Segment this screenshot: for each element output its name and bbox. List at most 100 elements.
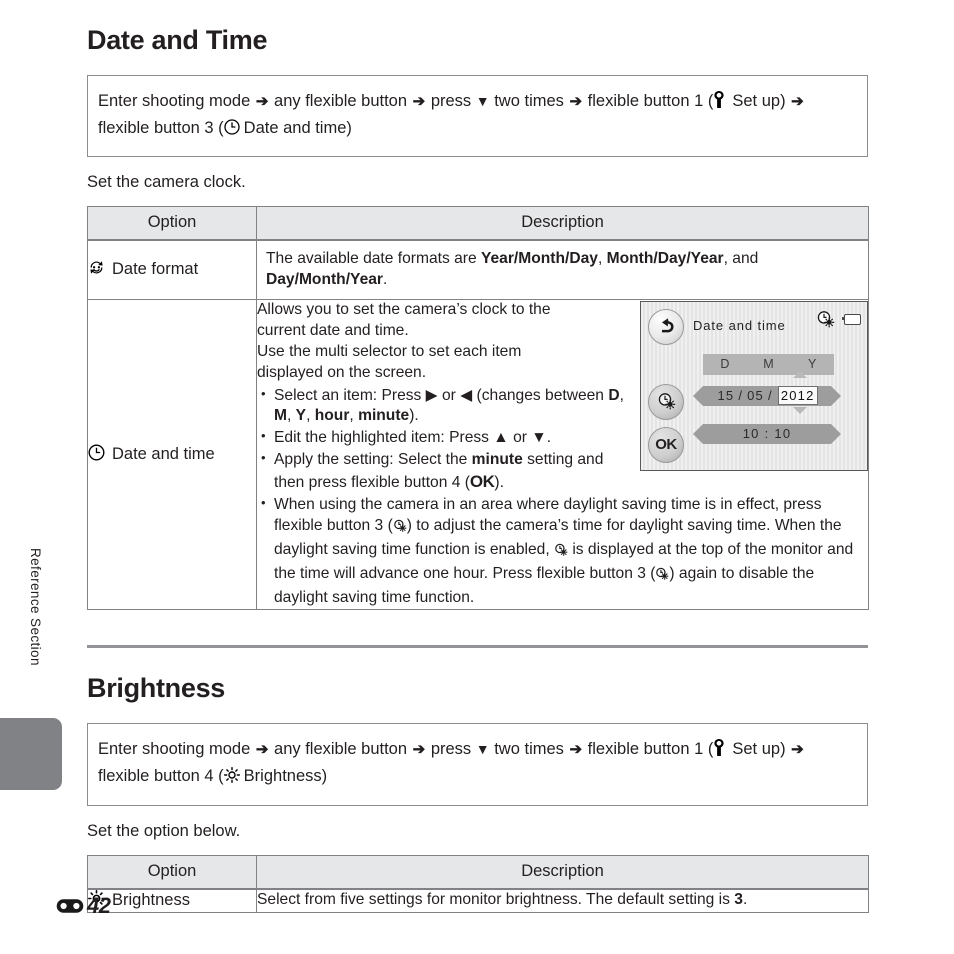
increment-arrow[interactable] [793, 370, 807, 378]
path-step-4: flexible button 1 [587, 740, 704, 759]
list-item: Apply the setting: Select the minute set… [261, 449, 868, 494]
bullet2-text-a: Edit the highlighted item: Press [274, 429, 494, 447]
token-minute: minute [358, 407, 410, 425]
clock-icon [224, 118, 240, 143]
column-header-option: Option [87, 206, 257, 242]
option-label-brightness: Brightness [112, 890, 190, 909]
path-arrow-icon: ➔ [569, 741, 583, 759]
bullet1-text-c: (changes between [472, 386, 609, 404]
description-cell-brightness: Select from five settings for monitor br… [256, 888, 869, 913]
down-triangle-icon: ▼ [531, 429, 547, 447]
navigation-path-brightness: Enter shooting mode ➔ any flexible butto… [87, 723, 868, 806]
description-cell-date-and-time: Date and time D M Y OK 15 / 05 / 2012 10… [256, 298, 869, 611]
path-step-3: press [430, 740, 472, 759]
date-column-headers: D M Y [703, 353, 834, 375]
options-table-date-and-time: Option Description Date format The avail… [87, 206, 869, 611]
path-step-3: press [430, 92, 472, 110]
reference-section-symbol-icon [56, 899, 84, 913]
table-header-row: Option Description [87, 854, 869, 890]
path-step-6: flexible button 4 ( [98, 767, 224, 786]
left-triangle-icon: ◀ [460, 386, 473, 404]
path-arrow-icon: ➔ [255, 741, 269, 759]
desc-text-a: The available date formats are [266, 250, 481, 268]
token-y: Y [295, 407, 307, 425]
back-arrow-icon [662, 318, 674, 333]
up-triangle-icon: ▲ [493, 429, 509, 447]
list-item: Select an item: Press ▶ or ◀ (changes be… [261, 385, 868, 428]
path-step-2: any flexible button [274, 92, 408, 110]
column-m: M [763, 357, 774, 372]
clock-icon [88, 444, 105, 466]
option-cell-date-and-time: Date and time [87, 298, 257, 611]
list-item: Edit the highlighted item: Press ▲ or ▼. [261, 427, 868, 449]
path-arrow-icon: ➔ [791, 741, 804, 759]
desc-text-end: . [742, 891, 748, 909]
option-cell-brightness: Brightness [87, 888, 257, 913]
path-step-7: Date and time) [243, 119, 352, 138]
column-d: D [720, 357, 730, 372]
daylight-saving-icon [817, 311, 835, 328]
back-button[interactable] [648, 308, 684, 345]
path-arrow-icon: ➔ [791, 93, 804, 110]
bullet1-text-end: ). [409, 407, 419, 425]
brightness-icon [223, 766, 240, 791]
column-header-description: Description [256, 854, 869, 890]
daylight-saving-icon [393, 519, 407, 540]
bullet2-text-end: . [546, 429, 552, 447]
page-title-brightness: Brightness [87, 673, 226, 704]
path-step-3b: two times [494, 740, 564, 759]
path-arrow-icon: ➔ [412, 741, 426, 759]
bullet3-text-a: Apply the setting: Select the [274, 451, 472, 469]
options-table-brightness: Option Description Brightness Select fro… [87, 854, 869, 913]
path-step-3b: two times [494, 92, 564, 110]
camera-status-icons [816, 310, 861, 329]
page-content: Date and Time Enter shooting mode ➔ any … [87, 0, 869, 913]
desc-text-a: Select from five settings for monitor br… [257, 891, 735, 909]
description-cell-date-format: The available date formats are Year/Mont… [256, 239, 869, 300]
side-rail: Reference Section [0, 0, 80, 954]
option-label-date-format: Date format [112, 260, 199, 279]
bullet3-text-end: ). [494, 474, 504, 492]
token-m: M [274, 407, 287, 425]
desc-sep-2: , and [723, 250, 759, 268]
table-row-brightness: Brightness Select from five settings for… [87, 888, 869, 913]
down-triangle-icon: ▼ [475, 93, 490, 109]
section-divider [87, 645, 868, 649]
column-header-description: Description [256, 206, 869, 242]
default-setting-value: 3 [734, 891, 743, 909]
path-arrow-icon: ➔ [412, 93, 426, 110]
camera-screen-title: Date and time [693, 317, 786, 333]
up-triangle-icon [793, 370, 807, 378]
instruction-bullet-list: Select an item: Press ▶ or ◀ (changes be… [257, 385, 868, 609]
option-cell-date-format: Date format [87, 239, 257, 300]
date-format-icon [88, 259, 105, 281]
date-format-dmy: Day/Month/Year [266, 271, 383, 289]
bullet1-text-a: Select an item: Press [274, 386, 426, 404]
reference-section-label: Reference Section [28, 548, 43, 666]
path-step-1: Enter shooting mode [98, 740, 251, 759]
ok-button-icon: OK [469, 472, 495, 492]
bullet2-text-b: or [508, 429, 532, 447]
bullet1-text-b: or [437, 386, 461, 404]
path-step-7: Brightness) [243, 767, 328, 786]
path-arrow-icon: ➔ [255, 93, 269, 110]
table-row-date-format: Date format The available date formats a… [87, 239, 869, 300]
lead-text-brightness: Set the option below. [87, 821, 241, 840]
list-item: When using the camera in an area where d… [261, 494, 868, 608]
setup-wrench-icon [713, 739, 725, 764]
right-triangle-icon: ▶ [425, 386, 438, 404]
token-d: D [608, 386, 620, 404]
daylight-saving-icon [655, 567, 669, 588]
option-label-date-and-time: Date and time [112, 444, 215, 463]
page-number: 42 [87, 893, 111, 918]
table-row-date-and-time: Date and time Date and time D M Y OK 15 … [87, 298, 869, 611]
path-step-2: any flexible button [274, 740, 408, 759]
reference-section-tab [0, 718, 62, 790]
column-header-option: Option [87, 854, 257, 890]
page-title-date-and-time: Date and Time [87, 25, 268, 55]
token-hour: hour [314, 407, 350, 425]
token-minute: minute [471, 451, 523, 469]
path-step-6: flexible button 3 ( [98, 119, 224, 138]
path-arrow-icon: ➔ [569, 93, 583, 110]
page-footer: 42 [55, 893, 111, 919]
